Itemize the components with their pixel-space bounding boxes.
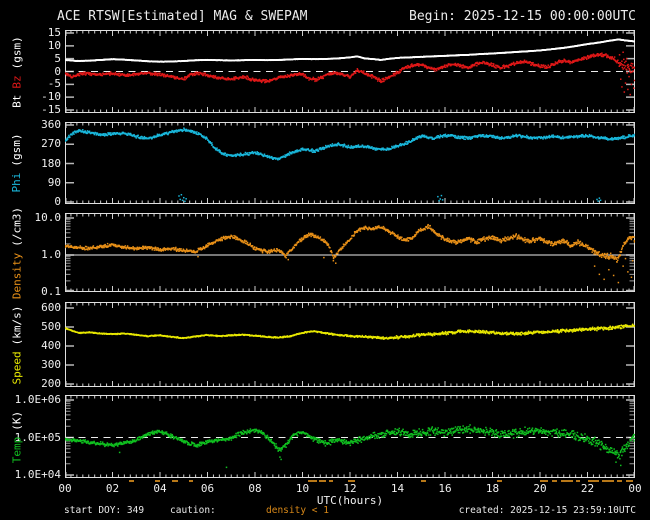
density-panel-canvas (65, 213, 635, 292)
caution-mark (575, 480, 581, 482)
axis-label-part: Speed (10, 350, 23, 384)
axis-label-part: (gsm) (10, 133, 23, 167)
temp-axis-label: Temp (K) (9, 380, 25, 493)
caution-mark (561, 480, 574, 482)
caution-mark (601, 480, 614, 482)
axis-label-part: (gsm) (10, 35, 23, 69)
caution-mark (328, 480, 334, 482)
axis-label-part: (K) (10, 410, 23, 431)
caution-mark (308, 480, 317, 482)
caution-mark (155, 480, 160, 482)
axis-label-part: Bt (10, 94, 23, 108)
plot-title: ACE RTSW[Estimated] MAG & SWEPAM (57, 9, 308, 24)
footer-created-timestamp: created: 2025-12-15 23:59:10UTC (458, 505, 636, 516)
ace-rtsw-plot: ACE RTSW[Estimated] MAG & SWEPAM Begin: … (0, 0, 650, 520)
footer-caution-value: density < 1 (266, 505, 329, 516)
caution-mark (625, 480, 633, 482)
caution-mark (129, 480, 134, 482)
caution-mark (587, 480, 600, 482)
phi-panel-canvas (65, 122, 635, 204)
footer-start-doy: start DOY: 349 (64, 505, 145, 516)
axis-label-part: Phi (10, 172, 23, 193)
caution-mark (551, 480, 557, 482)
caution-mark (319, 480, 327, 482)
axis-label-part: (km/s) (10, 305, 23, 345)
axis-label-part: Bz (10, 74, 23, 89)
bt-bz-panel-canvas (65, 30, 635, 113)
caution-mark (188, 480, 194, 482)
speed-panel-canvas (65, 302, 635, 387)
axis-label-part: (/cm3) (10, 206, 23, 247)
footer-caution-label: caution: (170, 505, 216, 516)
temp-panel-canvas (65, 395, 635, 478)
caution-mark (617, 480, 622, 482)
begin-timestamp: Begin: 2025-12-15 00:00:00UTC (409, 9, 636, 24)
caution-mark (421, 480, 426, 482)
axis-label-part: Temp (10, 436, 23, 463)
caution-mark (497, 480, 502, 482)
caution-mark (347, 480, 355, 482)
caution-mark (171, 480, 178, 482)
caution-mark (540, 480, 549, 482)
